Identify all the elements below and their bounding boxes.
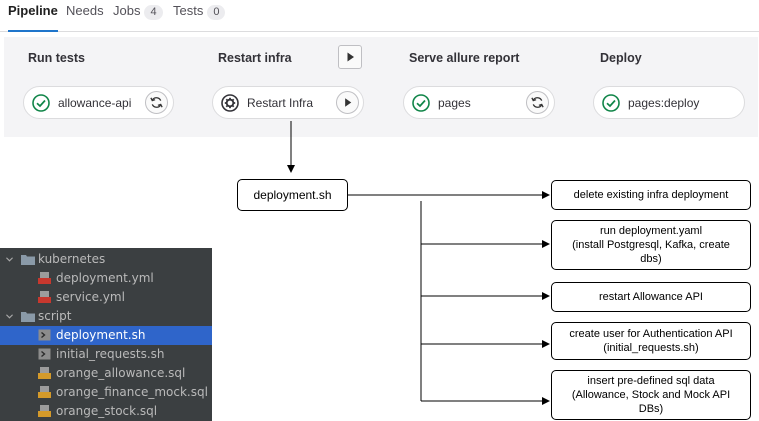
flow-step-delete-infra: delete existing infra deployment [551,180,751,210]
tree-file-orange-finance-mock-sql[interactable]: orange_finance_mock.sql [0,383,212,402]
tree-folder-script[interactable]: script [0,307,212,326]
tree-file-deployment-yml[interactable]: deployment.yml [0,269,212,288]
project-file-tree: kubernetes deployment.yml service.yml sc… [0,248,212,421]
tree-item-label: orange_allowance.sql [56,366,186,380]
tree-item-label: service.yml [56,290,125,304]
tree-file-orange-allowance-sql[interactable]: orange_allowance.sql [0,364,212,383]
yml-file-icon [38,272,51,284]
chevron-down-icon[interactable] [6,256,13,263]
tree-folder-kubernetes[interactable]: kubernetes [0,250,212,269]
sql-file-icon [38,405,51,417]
folder-icon [21,312,35,322]
tree-file-orange-stock-sql[interactable]: orange_stock.sql [0,402,212,421]
shell-script-icon [38,348,51,360]
chevron-down-icon[interactable] [6,313,13,320]
tree-item-label: orange_finance_mock.sql [56,385,208,399]
tree-item-label: kubernetes [38,252,106,266]
yml-file-icon [38,291,51,303]
tree-file-service-yml[interactable]: service.yml [0,288,212,307]
tree-item-label: script [38,309,72,323]
tree-item-label: deployment.sh [56,328,146,342]
sql-file-icon [38,367,51,379]
tree-item-label: initial_requests.sh [56,347,165,361]
tree-file-deployment-sh[interactable]: deployment.sh [0,326,212,345]
flow-step-create-user: create user for Authentication API (init… [551,322,751,360]
tree-file-initial-requests-sh[interactable]: initial_requests.sh [0,345,212,364]
shell-script-icon [38,329,51,341]
flow-step-insert-sql: insert pre-defined sql data (Allowance, … [551,370,751,420]
tree-item-label: orange_stock.sql [56,404,158,418]
tree-item-label: deployment.yml [56,271,154,285]
flow-step-restart-allowance: restart Allowance API [551,282,751,312]
flow-step-run-deployment-yaml: run deployment.yaml (install Postgresql,… [551,220,751,270]
sql-file-icon [38,386,51,398]
deployment-script-node: deployment.sh [237,179,348,211]
folder-icon [21,255,35,265]
